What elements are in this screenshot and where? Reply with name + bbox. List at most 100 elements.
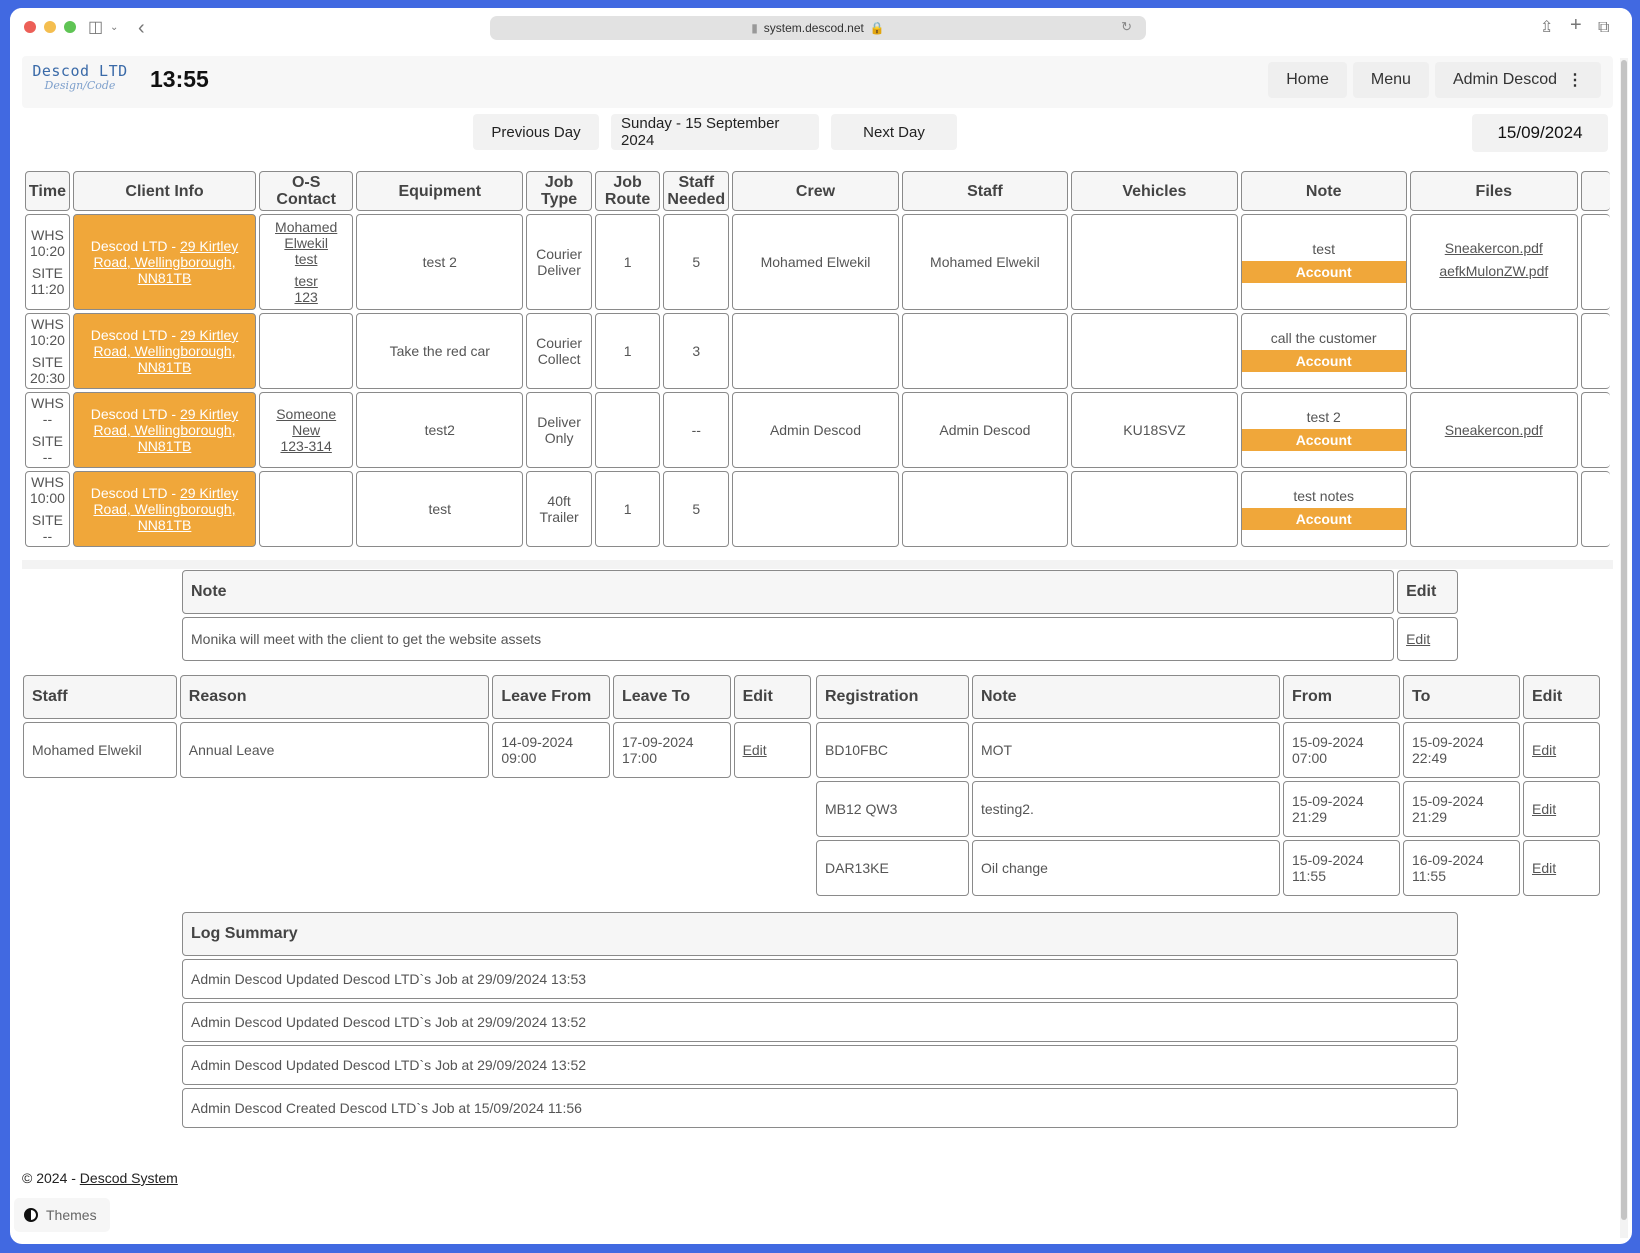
previous-day-button[interactable]: Previous Day — [473, 114, 599, 150]
address-line: 29 Kirtley — [179, 238, 239, 254]
edit-note-link[interactable]: Edit — [1406, 631, 1430, 647]
new-tab-icon[interactable]: + — [1570, 15, 1582, 35]
vehicle-to-date: 15-09-2024 — [1412, 793, 1484, 809]
account-badge[interactable]: Account — [1241, 350, 1406, 372]
logo-subtitle: Design/Code — [44, 79, 116, 92]
vehicles-cell — [1071, 471, 1238, 547]
leave-to-date: 17-09-2024 — [621, 734, 694, 750]
client-info-cell[interactable]: Descod LTD - 29 Kirtley Road, Wellingboro… — [72, 214, 257, 310]
next-day-button[interactable]: Next Day — [831, 114, 957, 150]
contact-link[interactable]: New — [292, 422, 320, 438]
descod-system-link[interactable]: Descod System — [80, 1170, 178, 1186]
job-type-line: Collect — [537, 351, 581, 367]
leave-header-staff: Staff — [23, 675, 177, 719]
company-logo[interactable]: Descod LTD Design/Code — [30, 62, 130, 92]
close-window-button[interactable] — [24, 21, 36, 33]
edit-leave-link[interactable]: Edit — [743, 742, 767, 758]
time-cell: WHS 10:20 SITE 11:20 — [25, 214, 70, 310]
log-entry-row: Admin Descod Created Descod LTD`s Job at… — [182, 1088, 1458, 1128]
vehicle-from-date: 15-09-2024 — [1292, 852, 1364, 868]
themes-button[interactable]: Themes — [14, 1198, 110, 1232]
current-day-label: Sunday - 15 September 2024 — [611, 114, 819, 150]
vehicle-note: testing2. — [972, 781, 1280, 837]
job-row[interactable]: WHS 10:20 SITE 11:20 Descod LTD - 29 Kirtley… — [25, 214, 1610, 310]
contact-line: 123-314 — [262, 438, 350, 454]
tabs-overview-icon[interactable]: ⧉ — [1598, 18, 1609, 38]
address-bar[interactable]: ▮ system.descod.net 🔒 ↻ — [490, 16, 1146, 40]
contact-link[interactable]: 123-314 — [280, 438, 331, 454]
column-header-equipment: Equipment — [356, 171, 524, 211]
job-type-line: Courier — [536, 246, 583, 262]
leave-to-time: 17:00 — [621, 750, 658, 766]
job-route-cell — [594, 392, 661, 468]
column-header-overflow — [1580, 171, 1610, 211]
whs-label: WHS — [31, 316, 64, 332]
contact-link[interactable]: 123 — [294, 289, 317, 305]
site-label: SITE — [31, 433, 64, 449]
job-schedule-scroll[interactable]: Time Client Info O-S Contact Equipment Job T… — [22, 168, 1613, 560]
vehicle-to-date: 15-09-2024 — [1412, 734, 1484, 750]
user-menu-button[interactable]: Admin Descod ⋮ — [1434, 62, 1601, 98]
file-link[interactable]: aefkMulonZW.pdf — [1439, 263, 1548, 279]
time-cell: WHS 10:20 SITE 20:30 — [25, 313, 70, 389]
staff-cell: Admin Descod — [901, 392, 1069, 468]
job-row[interactable]: WHS 10:20 SITE 20:30 Descod LTD - 29 Kirtley… — [25, 313, 1610, 389]
address-line: Road, Wellingborough, — [93, 343, 236, 359]
minimize-window-button[interactable] — [44, 21, 56, 33]
staff-needed-cell: 5 — [663, 471, 730, 547]
reload-icon[interactable]: ↻ — [1121, 19, 1132, 35]
window-controls — [24, 21, 76, 33]
column-header-job-type: Job Type — [526, 171, 592, 211]
client-info-cell[interactable]: Descod LTD - 29 Kirtley Road, Wellingboro… — [72, 471, 257, 547]
note-cell: test 2 Account — [1240, 392, 1407, 468]
note-cell: test Account — [1240, 214, 1407, 310]
contact-link[interactable]: Someone — [276, 406, 336, 422]
client-name: Descod LTD - — [90, 238, 180, 254]
time-cell: WHS -- SITE -- — [25, 392, 70, 468]
nav-home-button[interactable]: Home — [1268, 62, 1347, 98]
footer: © 2024 - Descod System — [22, 1170, 178, 1186]
vehicle-to: 15-09-2024 22:49 — [1403, 722, 1520, 778]
job-type-line: Deliver — [537, 414, 581, 430]
vehicle-header-row: Registration Note From To Edit — [816, 675, 1600, 719]
back-icon[interactable]: ‹ — [138, 18, 145, 38]
vehicle-to: 15-09-2024 21:29 — [1403, 781, 1520, 837]
vehicle-row: DAR13KE Oil change 15-09-2024 11:55 16-09-20… — [816, 840, 1600, 896]
vehicle-to-time: 11:55 — [1412, 868, 1446, 884]
column-header-job-route: Job Route — [594, 171, 661, 211]
account-badge[interactable]: Account — [1241, 261, 1406, 283]
edit-vehicle-link[interactable]: Edit — [1532, 801, 1556, 817]
chevron-down-icon[interactable]: ⌄ — [110, 18, 118, 38]
file-link[interactable]: Sneakercon.pdf — [1445, 240, 1543, 256]
contact-link[interactable]: test — [295, 251, 318, 267]
account-badge[interactable]: Account — [1241, 429, 1406, 451]
page-scrollbar-thumb[interactable] — [1621, 60, 1627, 1220]
contact-link[interactable]: tesr — [295, 273, 318, 289]
edit-vehicle-link[interactable]: Edit — [1532, 860, 1556, 876]
sidebar-toggle-icon[interactable]: ◫ — [88, 18, 103, 38]
account-badge[interactable]: Account — [1241, 508, 1406, 530]
contact-link[interactable]: Elwekil — [284, 235, 328, 251]
day-note-edit-cell: Edit — [1397, 617, 1458, 661]
vehicle-from: 15-09-2024 07:00 — [1283, 722, 1400, 778]
files-cell: Sneakercon.pdf aefkMulonZW.pdf — [1409, 214, 1578, 310]
share-icon[interactable]: ⇫ — [1540, 18, 1553, 38]
os-contact-cell — [259, 313, 354, 389]
vehicle-note: Oil change — [972, 840, 1280, 896]
nav-menu-button[interactable]: Menu — [1352, 62, 1429, 98]
date-picker-input[interactable]: 15/09/2024 — [1472, 114, 1608, 152]
job-row[interactable]: WHS 10:00 SITE -- Descod LTD - 29 Kirtley Roa… — [25, 471, 1610, 547]
file-link[interactable]: Sneakercon.pdf — [1445, 422, 1543, 438]
vehicle-header-note: Note — [972, 675, 1280, 719]
contrast-icon — [24, 1208, 38, 1222]
maximize-window-button[interactable] — [64, 21, 76, 33]
client-info-cell[interactable]: Descod LTD - 29 Kirtley Road, Wellingboro… — [72, 392, 257, 468]
edit-vehicle-link[interactable]: Edit — [1532, 742, 1556, 758]
log-entry-row: Admin Descod Updated Descod LTD`s Job at… — [182, 959, 1458, 999]
contact-link[interactable]: Mohamed — [275, 219, 337, 235]
job-row[interactable]: WHS -- SITE -- Descod LTD - 29 Kirtley Road, … — [25, 392, 1610, 468]
page-scrollbar[interactable] — [1620, 58, 1628, 1238]
client-name: Descod LTD - — [90, 485, 180, 501]
client-info-cell[interactable]: Descod LTD - 29 Kirtley Road, Wellingboro… — [72, 313, 257, 389]
kebab-menu-icon: ⋮ — [1567, 72, 1583, 89]
